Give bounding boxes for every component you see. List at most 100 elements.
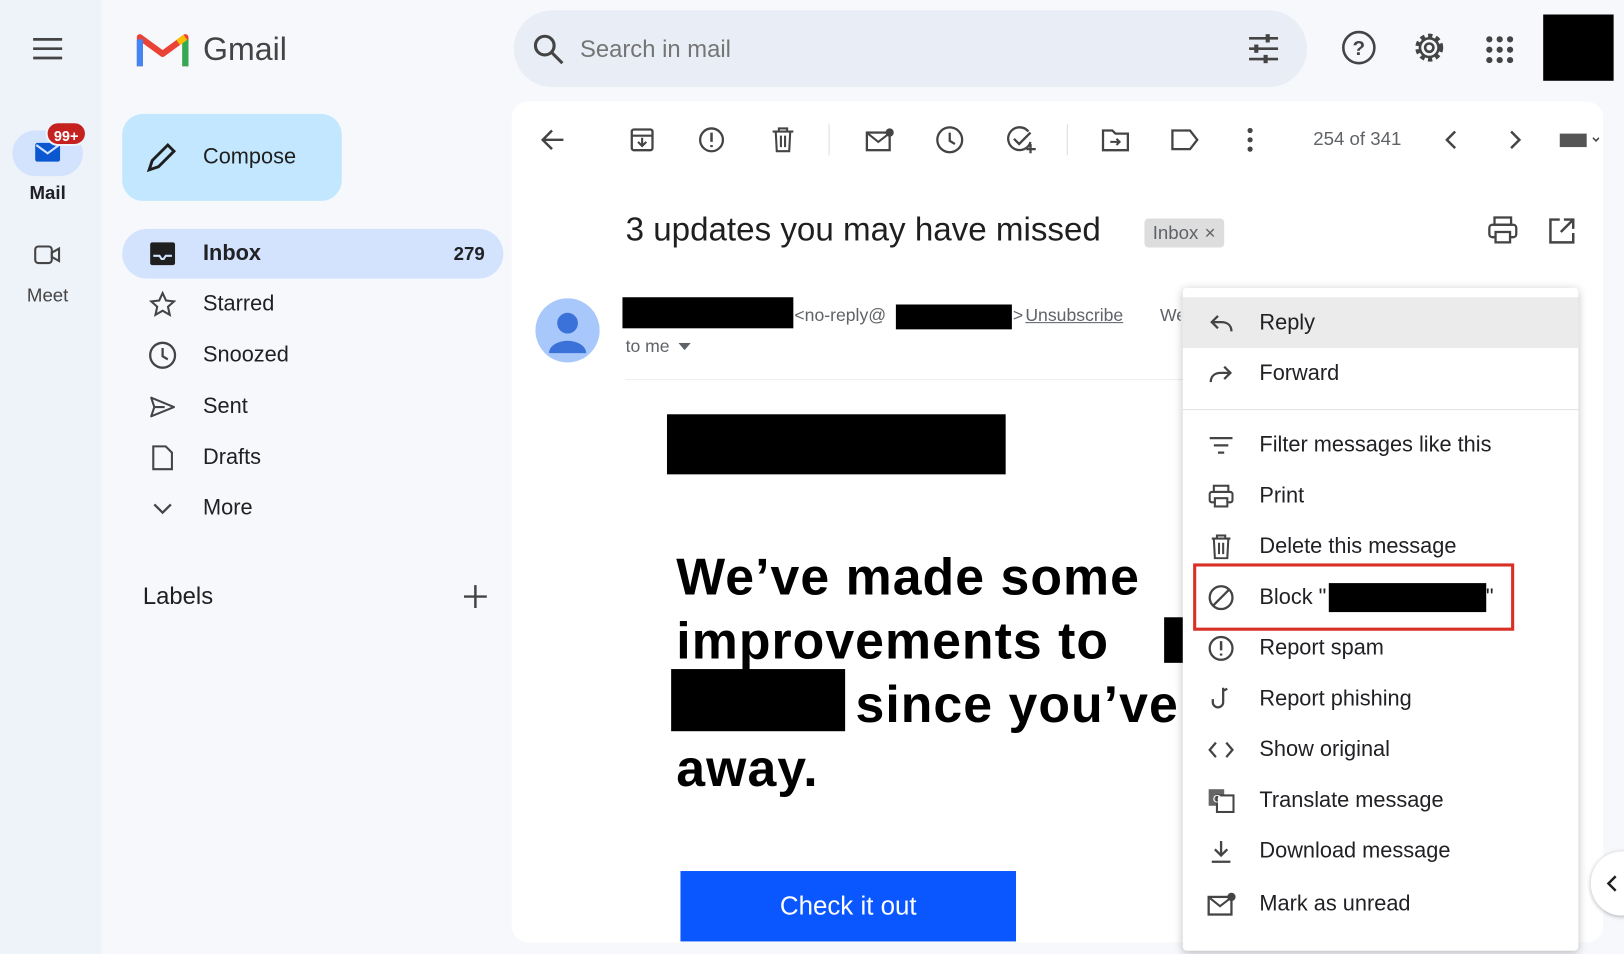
add-label-plus-icon[interactable]	[462, 583, 489, 610]
menu-divider	[1182, 409, 1579, 411]
toolbar-divider	[828, 124, 830, 156]
nav-label: Snoozed	[202, 342, 289, 367]
email-subject: 3 updates you may have missed	[625, 210, 1101, 248]
mark-unread-icon[interactable]	[862, 122, 897, 157]
menu-label: Filter messages like this	[1259, 432, 1492, 457]
mark-unread-icon	[1183, 891, 1260, 916]
menu-item-forward[interactable]: Forward	[1183, 348, 1579, 399]
older-chevron-right-icon[interactable]	[1498, 122, 1533, 157]
menu-label: Translate message	[1259, 787, 1444, 812]
menu-item-mark-unread[interactable]: Mark as unread	[1183, 878, 1579, 929]
account-avatar[interactable]	[1543, 14, 1614, 81]
truncated-date-text: We	[1159, 305, 1181, 326]
menu-label: Download message	[1259, 838, 1451, 863]
inbox-count: 279	[453, 242, 485, 264]
recipient-details[interactable]: to me	[626, 337, 691, 358]
unsubscribe-link[interactable]: Unsubscribe	[1025, 306, 1123, 327]
delete-trash-icon[interactable]	[765, 122, 800, 157]
body-heading-line1: We’ve made some	[676, 547, 1140, 606]
main-menu-icon[interactable]	[27, 31, 68, 66]
nav-sent[interactable]: Sent	[122, 382, 503, 432]
trash-icon	[1183, 533, 1260, 559]
sender-avatar[interactable]	[535, 298, 600, 363]
menu-label: Reply	[1259, 310, 1316, 335]
sender-email-suffix: >	[1012, 305, 1024, 326]
pencil-icon	[146, 142, 177, 173]
menu-item-print[interactable]: Print	[1183, 470, 1579, 521]
newer-chevron-left-icon[interactable]	[1433, 122, 1468, 157]
snooze-clock-icon[interactable]	[932, 122, 967, 157]
pagination-text: 254 of 341	[1313, 128, 1402, 150]
menu-label: Report spam	[1259, 635, 1384, 660]
labels-heading: Labels	[142, 582, 214, 609]
nav-label: Starred	[202, 292, 275, 316]
more-vertical-icon[interactable]	[1232, 122, 1267, 157]
move-to-folder-icon[interactable]	[1098, 122, 1133, 157]
forward-icon	[1183, 363, 1260, 384]
phishing-icon	[1183, 685, 1260, 712]
clock-icon	[122, 341, 203, 370]
settings-gear-icon[interactable]	[1411, 29, 1448, 66]
body-heading-line4: away.	[676, 739, 819, 798]
report-spam-icon[interactable]	[694, 122, 729, 157]
inbox-icon	[122, 241, 203, 266]
inbox-label-chip: Inbox ×	[1144, 218, 1224, 248]
check-it-out-button[interactable]: Check it out	[680, 871, 1017, 942]
rail-mail-label: Mail	[29, 182, 66, 203]
rail-meet-label: Meet	[26, 284, 69, 306]
gmail-logo-icon[interactable]	[136, 29, 189, 68]
body-heading-line3: since you’ve	[855, 675, 1179, 734]
nav-label: More	[202, 496, 253, 520]
app-name: Gmail	[202, 31, 287, 68]
translate-icon: G	[1183, 788, 1260, 813]
nav-more[interactable]: More	[122, 484, 503, 534]
help-icon[interactable]: ?	[1340, 29, 1377, 66]
menu-label: Show original	[1259, 736, 1390, 761]
print-all-icon[interactable]	[1487, 215, 1518, 244]
filter-icon	[1183, 436, 1260, 455]
search-icon[interactable]	[532, 33, 565, 66]
nav-label: Inbox	[202, 241, 261, 266]
menu-item-report-phishing[interactable]: Report phishing	[1183, 673, 1579, 724]
label-tag-icon[interactable]	[1167, 122, 1202, 157]
nav-snoozed[interactable]: Snoozed	[122, 330, 503, 380]
open-new-window-icon[interactable]	[1547, 216, 1576, 245]
back-arrow-icon[interactable]	[535, 122, 570, 157]
compose-button[interactable]: Compose	[122, 113, 342, 201]
star-icon	[122, 291, 203, 318]
nav-starred[interactable]: Starred	[122, 280, 503, 330]
menu-item-filter[interactable]: Filter messages like this	[1183, 419, 1579, 470]
menu-item-show-original[interactable]: Show original	[1183, 724, 1579, 775]
caret-down-icon	[677, 342, 691, 351]
add-task-icon[interactable]	[1004, 122, 1039, 157]
sender-domain-redacted	[895, 304, 1012, 330]
menu-item-translate[interactable]: G Translate message	[1183, 775, 1579, 826]
nav-inbox[interactable]: Inbox 279	[122, 228, 504, 279]
menu-label: Delete this message	[1259, 533, 1457, 558]
search-options-icon[interactable]	[1247, 33, 1280, 64]
apps-grid-icon[interactable]	[1485, 35, 1514, 64]
download-icon	[1183, 838, 1260, 863]
code-icon	[1183, 740, 1260, 759]
body-heading-line2: improvements to	[676, 612, 1110, 671]
remove-label-x-icon[interactable]: ×	[1205, 219, 1216, 248]
menu-item-reply[interactable]: Reply	[1182, 297, 1579, 348]
menu-label: Mark as unread	[1259, 891, 1411, 916]
reply-icon	[1183, 312, 1260, 333]
brand-logo-redacted	[666, 414, 1006, 475]
body-frame-top	[625, 379, 1185, 381]
menu-item-download[interactable]: Download message	[1183, 825, 1579, 876]
print-icon	[1183, 483, 1260, 508]
menu-label: Forward	[1259, 360, 1340, 385]
search-input[interactable]	[579, 31, 1160, 67]
chevron-down-icon	[122, 501, 203, 515]
nav-drafts[interactable]: Drafts	[122, 433, 503, 483]
compose-label: Compose	[202, 144, 297, 169]
archive-icon[interactable]	[625, 122, 660, 157]
search-bar[interactable]	[513, 10, 1308, 87]
body-redacted	[671, 669, 846, 732]
sender-name-redacted	[622, 297, 794, 329]
input-tools-keyboard-icon[interactable]	[1558, 122, 1600, 157]
menu-label: Report phishing	[1259, 686, 1412, 710]
meet-icon[interactable]	[29, 240, 66, 269]
